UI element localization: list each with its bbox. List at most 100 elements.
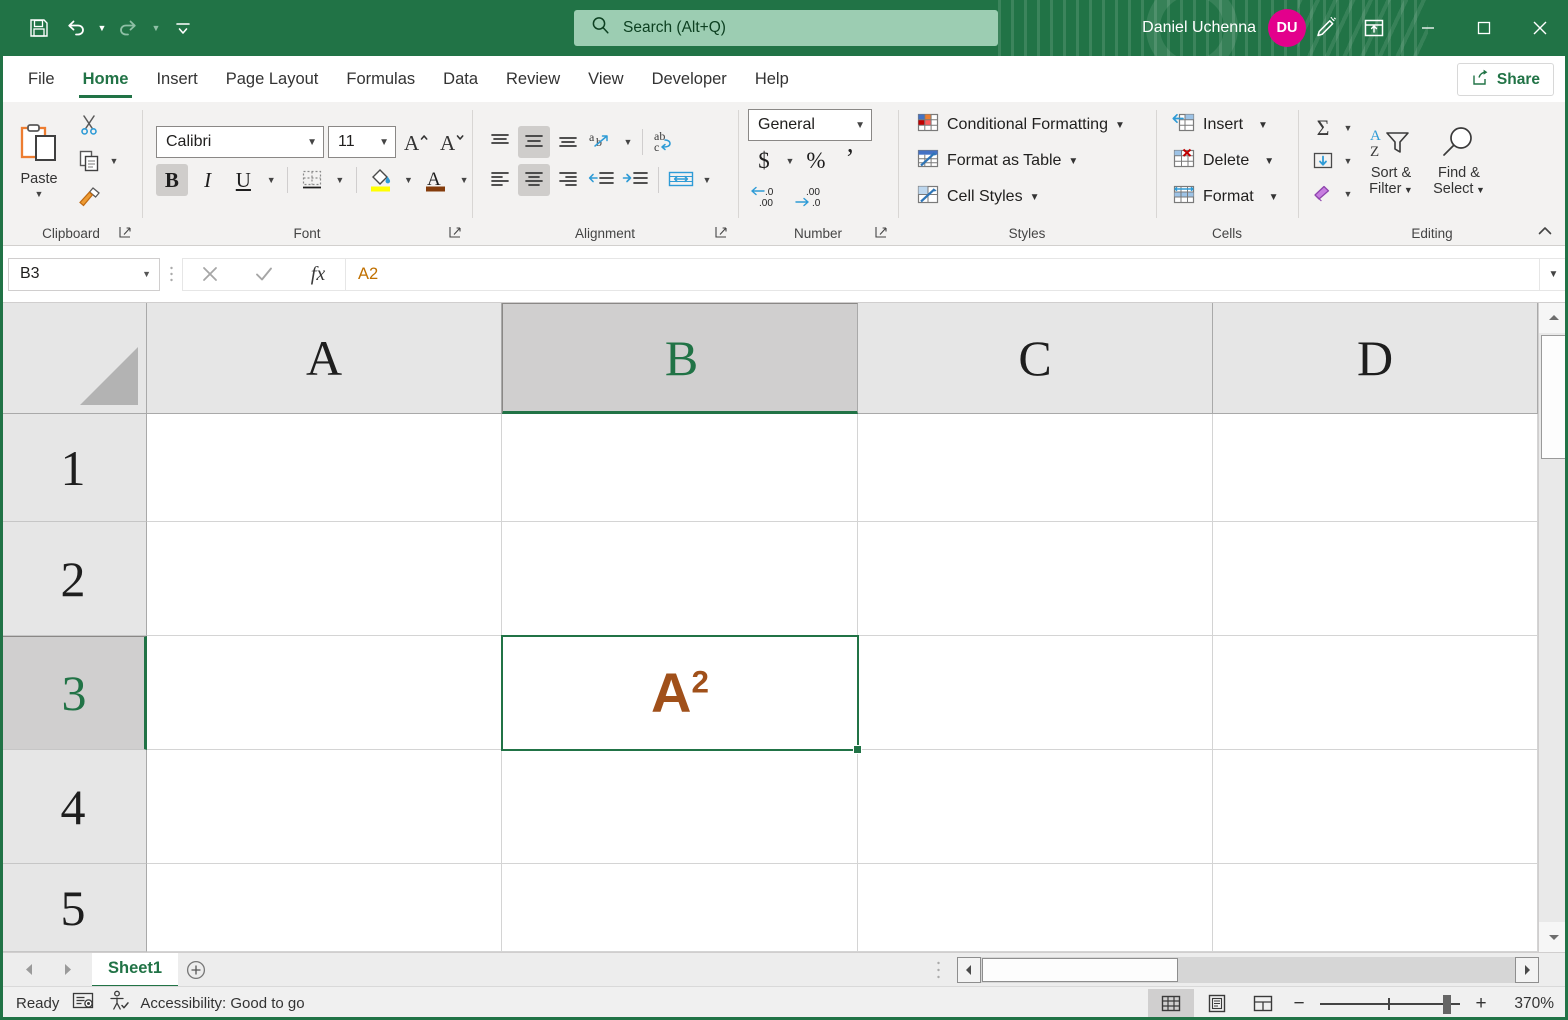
cell-d2[interactable] (1213, 522, 1538, 636)
cell-a2[interactable] (147, 522, 502, 636)
borders-icon[interactable] (296, 164, 328, 196)
format-painter-icon[interactable] (72, 181, 106, 213)
page-break-preview-icon[interactable] (1240, 989, 1286, 1019)
italic-button[interactable]: I (192, 164, 224, 196)
fill-color-dropdown-icon[interactable]: ▼ (401, 165, 417, 195)
delete-cells-button[interactable]: Delete ▼ (1166, 144, 1285, 178)
column-header-b[interactable]: B (502, 303, 858, 414)
comma-format-icon[interactable]: ’ (834, 145, 866, 177)
tab-view[interactable]: View (574, 56, 637, 102)
tab-data[interactable]: Data (429, 56, 492, 102)
find-and-select-button[interactable]: Find & Select ▼ (1426, 105, 1492, 217)
insert-cells-chevron-down-icon[interactable]: ▼ (1258, 120, 1268, 131)
conditional-formatting-button[interactable]: Conditional Formatting ▼ (910, 108, 1131, 142)
cell-b1[interactable] (502, 414, 858, 522)
paste-button[interactable]: Paste ▼ (8, 105, 70, 217)
bottom-align-button[interactable] (552, 126, 584, 158)
align-left-button[interactable] (484, 164, 516, 196)
scroll-up-icon[interactable] (1539, 303, 1568, 333)
tab-page-layout[interactable]: Page Layout (212, 56, 333, 102)
cell-a3[interactable] (147, 636, 502, 750)
cell-c1[interactable] (858, 414, 1213, 522)
font-size-select[interactable]: 11 ▼ (328, 126, 396, 158)
align-right-button[interactable] (552, 164, 584, 196)
ribbon-display-options-icon[interactable] (1352, 7, 1396, 49)
number-format-select[interactable]: General ▼ (748, 109, 872, 141)
insert-cells-button[interactable]: Insert ▼ (1166, 108, 1285, 142)
tab-help[interactable]: Help (741, 56, 803, 102)
clear-dropdown-icon[interactable]: ▼ (1340, 179, 1356, 209)
bold-button[interactable]: B (156, 164, 188, 196)
font-name-select[interactable]: Calibri ▼ (156, 126, 324, 158)
cell-c5[interactable] (858, 864, 1213, 952)
decrease-decimal-icon[interactable]: .00.0 (790, 181, 830, 213)
tab-developer[interactable]: Developer (638, 56, 741, 102)
confirm-check-icon[interactable] (237, 259, 291, 290)
customize-qat-icon[interactable] (166, 11, 200, 45)
tab-file[interactable]: File (14, 56, 69, 102)
column-header-d[interactable]: D (1213, 303, 1538, 414)
pen-draw-icon[interactable] (1304, 7, 1348, 49)
sheet-tab-sheet1[interactable]: Sheet1 (92, 953, 178, 987)
autosum-icon[interactable]: Σ (1306, 112, 1340, 144)
copy-icon[interactable] (72, 145, 106, 177)
name-box-chevron-down-icon[interactable]: ▼ (142, 269, 151, 279)
formula-input[interactable]: A2 (345, 258, 1540, 291)
conditional-formatting-chevron-down-icon[interactable]: ▼ (1115, 120, 1125, 131)
zoom-slider-thumb[interactable] (1443, 995, 1451, 1014)
cell-d3[interactable] (1213, 636, 1538, 750)
share-button[interactable]: Share (1457, 63, 1554, 96)
delete-cells-chevron-down-icon[interactable]: ▼ (1264, 156, 1274, 167)
sort-and-filter-button[interactable]: A Z Sort & Filter ▼ (1358, 105, 1424, 217)
accounting-format-icon[interactable]: $ (748, 145, 780, 177)
zoom-in-button[interactable]: + (1470, 991, 1492, 1017)
top-align-button[interactable] (484, 126, 516, 158)
row-header-3[interactable]: 3 (0, 636, 147, 750)
formula-bar-grip[interactable] (160, 258, 182, 291)
cell-d4[interactable] (1213, 750, 1538, 864)
cell-b4[interactable] (502, 750, 858, 864)
tab-insert[interactable]: Insert (142, 56, 211, 102)
horizontal-scrollbar[interactable] (957, 957, 1539, 983)
middle-align-button[interactable] (518, 126, 550, 158)
merge-center-dropdown-icon[interactable]: ▼ (699, 165, 715, 195)
collapse-ribbon-icon[interactable] (1534, 220, 1556, 242)
redo-dropdown-icon[interactable]: ▼ (148, 11, 164, 45)
decrease-font-size-icon[interactable]: A (436, 126, 468, 158)
zoom-level-label[interactable]: 370% (1514, 987, 1554, 1020)
redo-icon[interactable] (112, 11, 146, 45)
font-color-dropdown-icon[interactable]: ▼ (456, 165, 472, 195)
undo-dropdown-icon[interactable]: ▼ (94, 11, 110, 45)
autosum-dropdown-icon[interactable]: ▼ (1340, 113, 1356, 143)
select-all-corner-icon[interactable] (0, 303, 147, 414)
expand-formula-bar-icon[interactable]: ▼ (1540, 258, 1568, 291)
cell-a5[interactable] (147, 864, 502, 952)
column-header-a[interactable]: A (147, 303, 502, 414)
format-cells-button[interactable]: Format ▼ (1166, 180, 1285, 214)
row-header-1[interactable]: 1 (0, 414, 147, 522)
fill-color-icon[interactable] (365, 164, 397, 196)
cell-styles-chevron-down-icon[interactable]: ▼ (1030, 192, 1040, 203)
percent-format-icon[interactable]: % (800, 145, 832, 177)
row-header-4[interactable]: 4 (0, 750, 147, 864)
accounting-dropdown-icon[interactable]: ▼ (782, 146, 798, 176)
cut-icon[interactable] (72, 109, 106, 141)
font-dialog-launcher-icon[interactable] (448, 225, 464, 241)
borders-dropdown-icon[interactable]: ▼ (332, 165, 348, 195)
cell-b2[interactable] (502, 522, 858, 636)
fill-icon[interactable] (1306, 145, 1340, 177)
vertical-scrollbar[interactable] (1538, 303, 1568, 952)
minimize-button[interactable] (1400, 0, 1456, 56)
cancel-icon[interactable] (183, 259, 237, 290)
scroll-down-icon[interactable] (1539, 922, 1568, 952)
row-header-2[interactable]: 2 (0, 522, 147, 636)
name-box[interactable]: B3 ▼ (8, 258, 160, 291)
record-macro-button[interactable] (65, 990, 101, 1018)
fill-handle[interactable] (853, 745, 862, 754)
vertical-scroll-thumb[interactable] (1541, 335, 1567, 459)
normal-view-icon[interactable] (1148, 989, 1194, 1019)
increase-indent-icon[interactable] (620, 164, 652, 196)
underline-dropdown-icon[interactable]: ▼ (263, 165, 279, 195)
fill-dropdown-icon[interactable]: ▼ (1340, 146, 1356, 176)
number-dialog-launcher-icon[interactable] (874, 225, 890, 241)
